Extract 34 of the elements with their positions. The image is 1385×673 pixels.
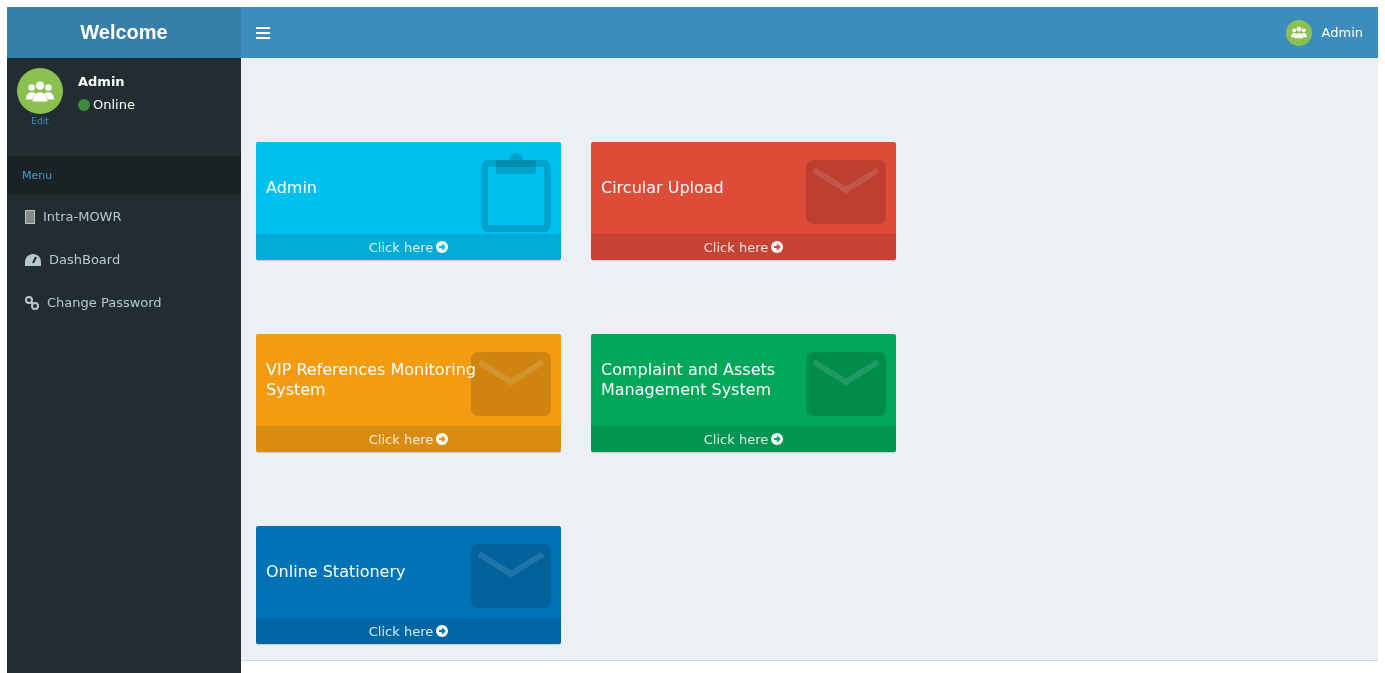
envelope-icon xyxy=(806,160,886,224)
menu-icon[interactable] xyxy=(256,26,270,39)
users-icon xyxy=(26,79,54,103)
sidebar-item[interactable]: DashBoard xyxy=(7,238,241,281)
sidebar-item[interactable]: Intra-MOWR xyxy=(7,195,241,238)
link-icon xyxy=(25,295,39,310)
status-text: Online xyxy=(93,97,135,112)
sidebar-item[interactable]: Change Password xyxy=(7,281,241,324)
arrow-circle-icon xyxy=(771,241,784,253)
edit-link[interactable]: Edit xyxy=(31,116,49,126)
click-here-link[interactable]: Click here xyxy=(256,618,561,644)
tile-title: Online Stationery xyxy=(266,562,406,582)
envelope-icon xyxy=(471,544,551,608)
document-icon xyxy=(25,209,35,224)
clipboard-icon xyxy=(481,150,551,232)
tile-title: Admin xyxy=(266,178,317,198)
user-name: Admin xyxy=(78,74,126,89)
tile-title: VIP References Monitoring System xyxy=(266,360,476,400)
tile-title: Complaint and Assets Management System xyxy=(601,360,777,400)
click-here-link[interactable]: Click here xyxy=(591,234,896,260)
users-icon xyxy=(1290,26,1307,39)
dashboard-icon xyxy=(25,253,41,266)
arrow-circle-icon xyxy=(436,241,449,253)
click-here-link[interactable]: Click here xyxy=(256,426,561,452)
click-here-link[interactable]: Click here xyxy=(256,234,561,260)
arrow-circle-icon xyxy=(436,625,449,637)
arrow-circle-icon xyxy=(436,433,449,445)
user-menu[interactable]: Admin xyxy=(1285,19,1363,46)
click-here-link[interactable]: Click here xyxy=(591,426,896,452)
tile-title: Circular Upload xyxy=(601,178,724,198)
brand-title: Welcome xyxy=(7,7,241,58)
envelope-icon xyxy=(806,352,886,416)
arrow-circle-icon xyxy=(771,433,784,445)
menu-header: Menu xyxy=(7,156,241,195)
